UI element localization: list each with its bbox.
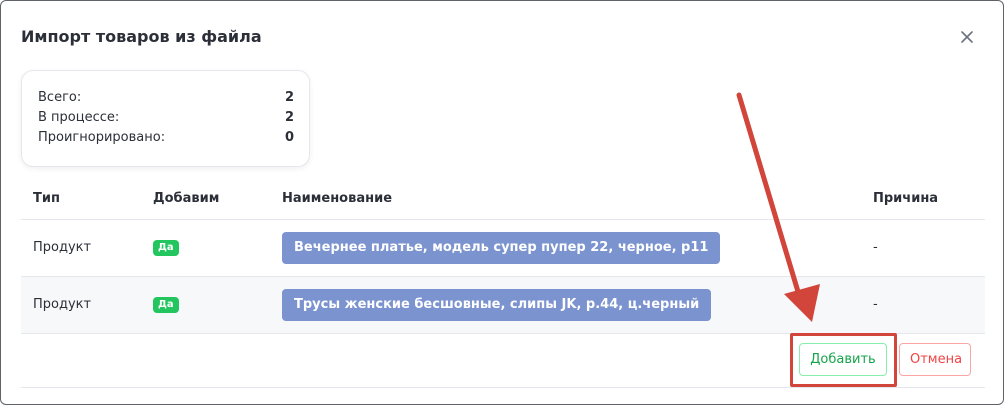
cancel-button[interactable]: Отмена — [899, 343, 971, 376]
add-yes-badge: Да — [153, 297, 179, 313]
summary-card: Всего: 2 В процессе: 2 Проигнорировано: … — [21, 70, 310, 167]
product-name-tag[interactable]: Вечернее платье, модель супер пупер 22, … — [282, 232, 721, 264]
column-name: Наименование — [282, 191, 393, 206]
add-button[interactable]: Добавить — [799, 343, 887, 376]
summary-in-progress-value: 2 — [284, 110, 294, 125]
footer-divider — [21, 387, 985, 388]
column-type: Тип — [33, 191, 60, 206]
close-icon[interactable] — [959, 29, 975, 45]
summary-total-label: Всего: — [38, 90, 82, 105]
column-add: Добавим — [153, 191, 220, 206]
table-header: Тип Добавим Наименование Причина — [21, 175, 985, 220]
import-table: Тип Добавим Наименование Причина Продукт… — [21, 175, 985, 334]
row-reason: - — [873, 240, 878, 255]
import-modal: Импорт товаров из файла Всего: 2 В проце… — [0, 0, 1004, 405]
summary-ignored-label: Проигнорировано: — [38, 130, 166, 145]
product-name-tag[interactable]: Трусы женские бесшовные, слипы JK, р.44,… — [282, 289, 712, 321]
summary-total-value: 2 — [284, 90, 294, 105]
row-type: Продукт — [33, 297, 92, 312]
table-row: Продукт Да Вечернее платье, модель супер… — [21, 220, 985, 277]
summary-in-progress: В процессе: 2 — [38, 110, 294, 130]
add-yes-badge: Да — [153, 240, 179, 256]
summary-in-progress-label: В процессе: — [38, 110, 120, 125]
summary-total: Всего: 2 — [38, 90, 294, 110]
row-type: Продукт — [33, 240, 92, 255]
summary-ignored: Проигнорировано: 0 — [38, 130, 294, 150]
table-row: Продукт Да Трусы женские бесшовные, слип… — [21, 277, 985, 334]
modal-title: Импорт товаров из файла — [21, 27, 262, 46]
summary-ignored-value: 0 — [284, 130, 294, 145]
column-reason: Причина — [873, 191, 939, 206]
row-reason: - — [873, 297, 878, 312]
